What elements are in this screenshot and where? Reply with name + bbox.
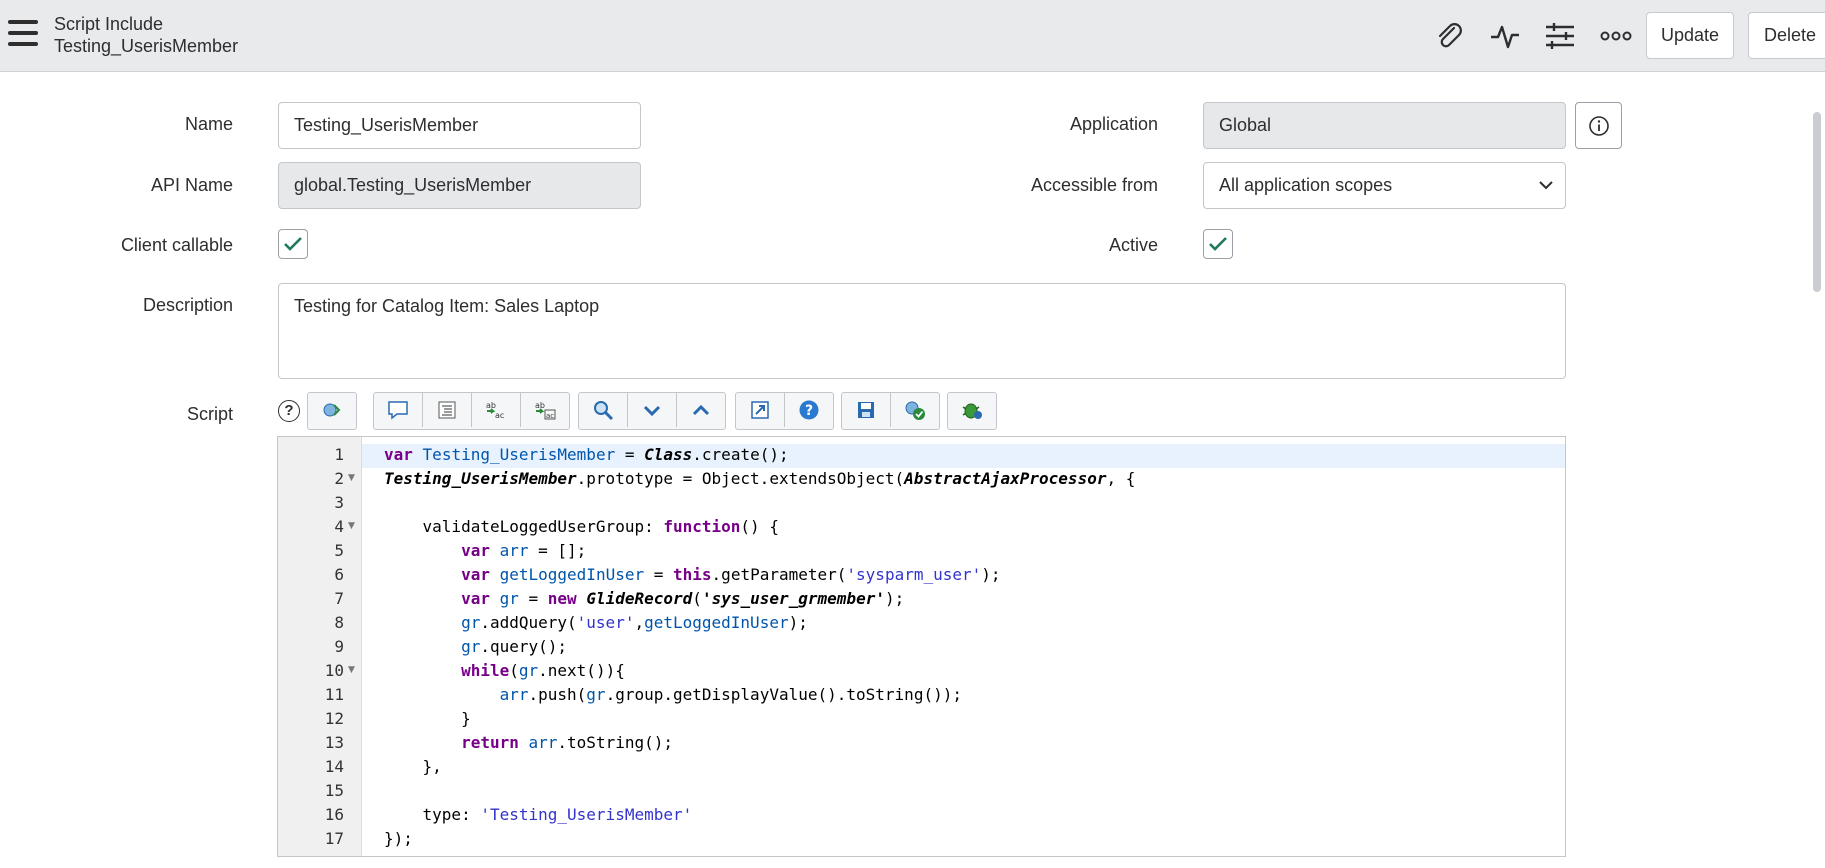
line-number: 11 xyxy=(324,685,344,704)
active-checkbox[interactable] xyxy=(1203,229,1233,259)
code-line: var arr = []; xyxy=(461,541,587,560)
toolbar-group-5 xyxy=(841,392,940,430)
svg-text:ac: ac xyxy=(546,412,554,420)
checkmark-icon xyxy=(1209,237,1227,251)
code-line: }); xyxy=(384,829,413,848)
svg-text:ab: ab xyxy=(535,401,545,410)
code-line: Testing_UserisMember.prototype = Object.… xyxy=(384,469,1136,488)
line-number: 4 xyxy=(334,517,344,536)
active-label: Active xyxy=(1108,235,1158,255)
application-info-button[interactable] xyxy=(1575,102,1622,149)
comment-icon[interactable] xyxy=(374,393,423,427)
line-number: 8 xyxy=(334,613,344,632)
svg-text:?: ? xyxy=(805,403,813,419)
api-name-field: global.Testing_UserisMember xyxy=(278,162,641,209)
fullscreen-icon[interactable] xyxy=(736,393,785,427)
accessible-from-select[interactable]: All application scopes xyxy=(1203,162,1566,209)
fold-arrow-icon[interactable]: ▼ xyxy=(348,665,355,675)
delete-button[interactable]: Delete xyxy=(1748,12,1825,59)
line-number: 6 xyxy=(334,565,344,584)
line-number: 13 xyxy=(324,733,344,752)
accessible-from-label: Accessible from xyxy=(1030,175,1158,195)
client-callable-label: Client callable xyxy=(120,235,233,255)
line-number: 5 xyxy=(334,541,344,560)
line-number: 7 xyxy=(334,589,344,608)
save-icon[interactable] xyxy=(842,393,891,427)
line-number: 3 xyxy=(334,493,344,512)
script-help-icon[interactable]: ? xyxy=(278,400,300,422)
code-line: var getLoggedInUser = this.getParameter(… xyxy=(461,565,1001,584)
find-next-icon[interactable] xyxy=(628,393,677,427)
format-code-icon[interactable] xyxy=(423,393,472,427)
description-field[interactable]: Testing for Catalog Item: Sales Laptop xyxy=(278,283,1566,379)
code-line: }, xyxy=(384,757,442,776)
line-number: 14 xyxy=(324,757,344,776)
replace-icon[interactable]: ab ac xyxy=(472,393,521,427)
line-number: 2 xyxy=(334,469,344,488)
toggle-syntax-icon[interactable] xyxy=(308,393,356,427)
info-icon xyxy=(1588,115,1609,136)
code-line: validateLoggedUserGroup: function() { xyxy=(384,517,779,536)
record-name: Testing_UserisMember xyxy=(54,36,239,56)
code-line: } xyxy=(384,709,471,728)
settings-sliders-icon[interactable] xyxy=(1542,18,1578,54)
api-name-label: API Name xyxy=(150,175,233,195)
update-button[interactable]: Update xyxy=(1646,12,1734,59)
page-title: Script Include xyxy=(54,14,164,34)
script-check-icon[interactable] xyxy=(891,393,939,427)
debug-icon[interactable] xyxy=(948,393,996,427)
code-line: var Testing_UserisMember = Class.create(… xyxy=(384,445,789,464)
code-line: arr.push(gr.group.getDisplayValue().toSt… xyxy=(499,685,962,704)
line-number: 17 xyxy=(324,829,344,848)
line-number: 9 xyxy=(334,637,344,656)
code-line: return arr.toString(); xyxy=(461,733,673,752)
toolbar-group-6 xyxy=(947,392,997,430)
description-label: Description xyxy=(142,295,233,315)
accessible-from-value: All application scopes xyxy=(1219,175,1393,195)
name-field[interactable]: Testing_UserisMember xyxy=(278,102,641,149)
help-icon[interactable]: ? xyxy=(785,393,833,427)
name-label: Name xyxy=(184,114,233,134)
more-options-icon[interactable] xyxy=(1598,18,1634,54)
svg-text:ab: ab xyxy=(486,401,496,410)
toolbar-group-4: ? xyxy=(735,392,834,430)
application-field: Global xyxy=(1203,102,1566,149)
find-previous-icon[interactable] xyxy=(677,393,725,427)
fold-arrow-icon[interactable]: ▼ xyxy=(348,473,355,483)
toolbar-group-3 xyxy=(578,392,726,430)
script-label: Script xyxy=(186,404,233,424)
code-line: type: 'Testing_UserisMember' xyxy=(384,805,693,824)
application-label: Application xyxy=(1069,114,1158,134)
svg-text:ac: ac xyxy=(495,411,504,420)
toolbar-group-2: ab ac ab ac xyxy=(373,392,570,430)
checkmark-icon xyxy=(284,237,302,251)
script-editor[interactable]: 1 2 3 4 5 6 7 8 9 10 11 12 13 14 15 16 1… xyxy=(277,436,1566,857)
code-line: gr.query(); xyxy=(461,637,568,656)
line-number: 10 xyxy=(324,661,344,680)
record-title: Script Include Testing_UserisMember xyxy=(54,13,238,57)
toolbar-group-1 xyxy=(307,392,357,430)
code-line: var gr = new GlideRecord('sys_user_grmem… xyxy=(461,589,905,608)
form-header: Script Include Testing_UserisMember Upda… xyxy=(0,0,1825,72)
code-line: while(gr.next()){ xyxy=(461,661,625,680)
attachment-icon[interactable] xyxy=(1431,18,1467,54)
replace-all-icon[interactable]: ab ac xyxy=(521,393,569,427)
fold-arrow-icon[interactable]: ▼ xyxy=(348,521,355,531)
hamburger-menu-icon[interactable] xyxy=(8,20,38,46)
client-callable-checkbox[interactable] xyxy=(278,229,308,259)
line-number: 1 xyxy=(334,445,344,464)
line-number: 12 xyxy=(324,709,344,728)
page-scrollbar[interactable] xyxy=(1813,112,1821,292)
line-number: 16 xyxy=(324,805,344,824)
activity-icon[interactable] xyxy=(1487,18,1523,54)
code-line: gr.addQuery('user',getLoggedInUser); xyxy=(461,613,808,632)
search-icon[interactable] xyxy=(579,393,628,427)
chevron-down-icon xyxy=(1539,181,1553,190)
line-number: 15 xyxy=(324,781,344,800)
